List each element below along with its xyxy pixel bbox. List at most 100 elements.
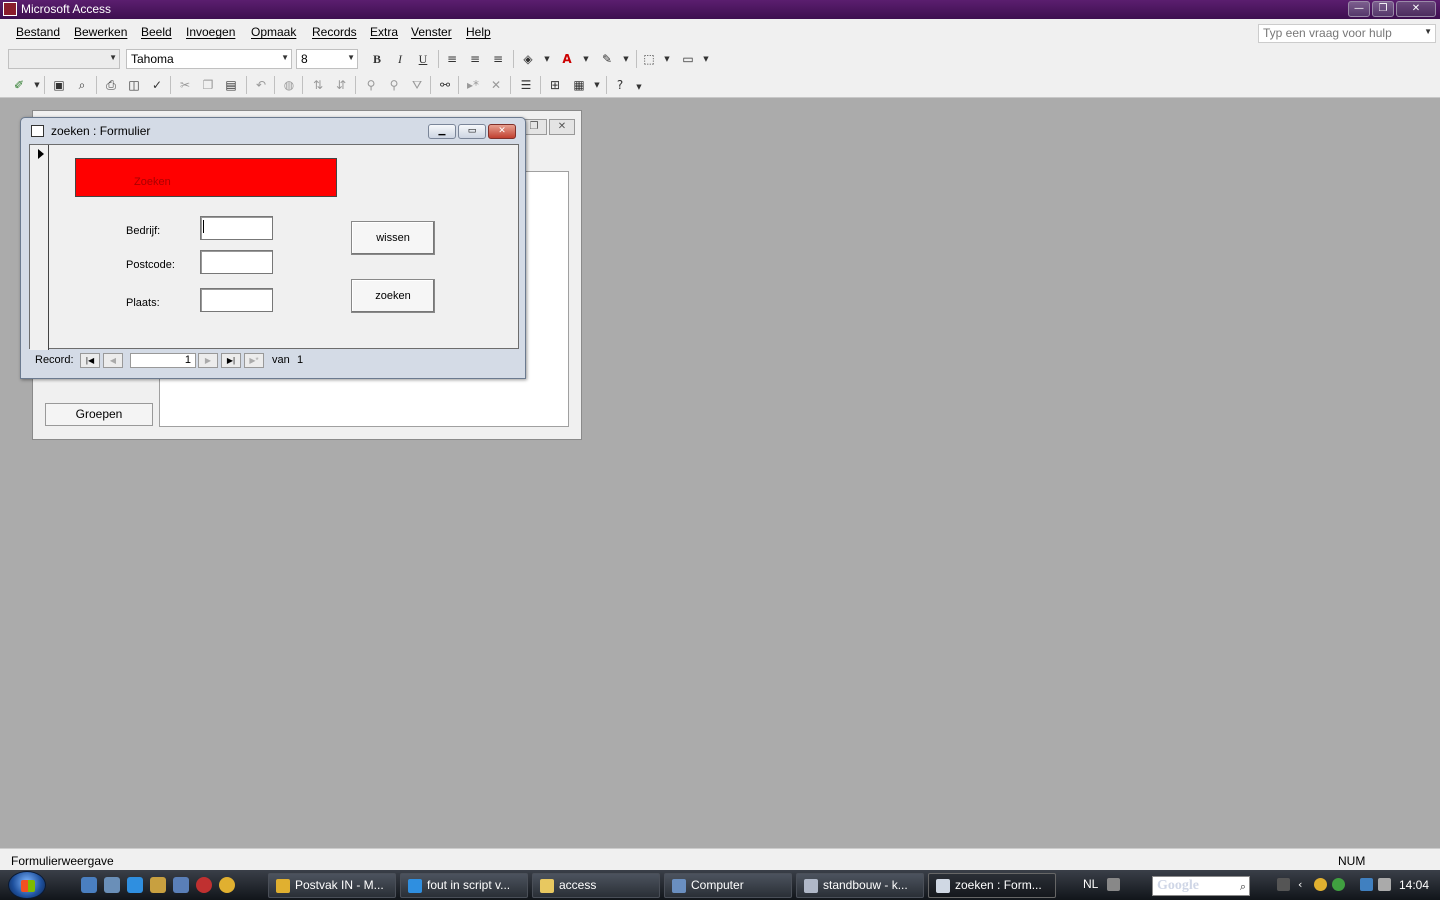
- form-restore-button[interactable]: ▭: [458, 124, 486, 139]
- volume-icon[interactable]: [1378, 878, 1391, 891]
- fill-color-icon[interactable]: ◈: [519, 50, 537, 68]
- underline-icon[interactable]: U: [414, 50, 432, 68]
- bedrijf-input[interactable]: [200, 216, 273, 240]
- taskbar-item-access-folder[interactable]: access: [532, 873, 660, 898]
- line-color-icon[interactable]: ✎: [598, 50, 616, 68]
- filter-selection-icon[interactable]: ⚲: [362, 76, 380, 94]
- taskbar-item-zoeken-form[interactable]: zoeken : Form...: [928, 873, 1056, 898]
- border-style-icon[interactable]: ⬚: [640, 50, 658, 68]
- menu-opmaak[interactable]: Opmaak: [251, 25, 296, 39]
- sort-descending-icon[interactable]: ⇵: [332, 76, 350, 94]
- show-desktop-icon[interactable]: [81, 877, 97, 893]
- menu-bestand[interactable]: Bestand: [16, 25, 60, 39]
- database-window-icon[interactable]: ⊞: [546, 76, 564, 94]
- font-name-combo[interactable]: Tahoma ▼: [126, 49, 292, 69]
- language-indicator[interactable]: NL: [1083, 877, 1098, 891]
- chevron-down-icon[interactable]: ▼: [588, 76, 606, 94]
- first-record-button[interactable]: |◀: [80, 353, 100, 368]
- next-record-button[interactable]: ▶: [198, 353, 218, 368]
- help-icon[interactable]: ?: [611, 76, 629, 94]
- update-icon[interactable]: [1332, 878, 1345, 891]
- help-search-input[interactable]: Typ een vraag voor hulp ▼: [1258, 24, 1436, 43]
- object-combo[interactable]: ▼: [8, 49, 120, 69]
- google-search-input[interactable]: Google ⌕: [1152, 876, 1250, 896]
- view-icon[interactable]: ✐: [10, 76, 28, 94]
- menu-bewerken[interactable]: Bewerken: [74, 25, 127, 39]
- sort-ascending-icon[interactable]: ⇅: [309, 76, 327, 94]
- ftp-icon[interactable]: [150, 877, 166, 893]
- plaats-input[interactable]: [200, 288, 273, 312]
- align-left-icon[interactable]: ≡: [443, 50, 461, 68]
- network-tray-icon[interactable]: [1360, 878, 1373, 891]
- close-icon[interactable]: ✕: [549, 119, 575, 135]
- copy-icon[interactable]: ❐: [199, 76, 217, 94]
- hyperlink-icon[interactable]: ◍: [280, 76, 298, 94]
- chevron-down-icon[interactable]: ▼: [697, 50, 715, 68]
- taskbar-item-outlook[interactable]: Postvak IN - M...: [268, 873, 396, 898]
- menu-records[interactable]: Records: [312, 25, 357, 39]
- zoeken-button[interactable]: zoeken: [351, 279, 435, 313]
- switch-windows-icon[interactable]: [104, 877, 120, 893]
- italic-icon[interactable]: I: [391, 50, 409, 68]
- desktop-icon[interactable]: [1277, 878, 1290, 891]
- font-color-icon[interactable]: A: [558, 50, 576, 68]
- properties-icon[interactable]: ☰: [517, 76, 535, 94]
- filter-form-icon[interactable]: ⚲: [385, 76, 403, 94]
- menu-help[interactable]: Help: [466, 25, 491, 39]
- keyboard-icon[interactable]: [1107, 878, 1120, 891]
- last-record-button[interactable]: ▶|: [221, 353, 241, 368]
- menu-venster[interactable]: Venster: [411, 25, 452, 39]
- messenger-tray-icon[interactable]: [1314, 878, 1327, 891]
- groepen-button[interactable]: Groepen: [45, 403, 153, 426]
- menu-beeld[interactable]: Beeld: [141, 25, 172, 39]
- start-button[interactable]: [8, 871, 46, 899]
- internet-explorer-icon[interactable]: [127, 877, 143, 893]
- align-center-icon[interactable]: ≡: [466, 50, 484, 68]
- previous-record-button[interactable]: ◀: [103, 353, 123, 368]
- record-selector[interactable]: [30, 145, 49, 350]
- opera-icon[interactable]: [196, 877, 212, 893]
- print-preview-icon[interactable]: ◫: [125, 76, 143, 94]
- messenger-icon[interactable]: [219, 877, 235, 893]
- bold-icon[interactable]: B: [368, 50, 386, 68]
- chevron-left-icon[interactable]: ‹: [1298, 878, 1311, 891]
- restore-button[interactable]: ❐: [1372, 1, 1394, 17]
- undo-icon[interactable]: ↶: [252, 76, 270, 94]
- menu-extra[interactable]: Extra: [370, 25, 398, 39]
- form-minimize-button[interactable]: ▁: [428, 124, 456, 139]
- taskbar-item-standbouw[interactable]: standbouw - k...: [796, 873, 924, 898]
- new-object-icon[interactable]: ▦: [570, 76, 588, 94]
- new-record-button[interactable]: ▶*: [244, 353, 264, 368]
- search-icon[interactable]: ⌕: [1240, 878, 1246, 896]
- network-icon[interactable]: [173, 877, 189, 893]
- save-icon[interactable]: ▣: [50, 76, 68, 94]
- clock[interactable]: 14:04: [1399, 878, 1429, 892]
- print-icon[interactable]: ⎙: [102, 76, 120, 94]
- taskbar-item-ie[interactable]: fout in script v...: [400, 873, 528, 898]
- minimize-button[interactable]: —: [1348, 1, 1370, 17]
- paste-icon[interactable]: ▤: [222, 76, 240, 94]
- chevron-down-icon[interactable]: ▼: [630, 78, 648, 96]
- spelling-icon[interactable]: ✓: [148, 76, 166, 94]
- search-file-icon[interactable]: ⌕: [73, 76, 91, 94]
- line-width-icon[interactable]: ▭: [679, 50, 697, 68]
- chevron-down-icon[interactable]: ▼: [577, 50, 595, 68]
- font-size-combo[interactable]: 8 ▼: [296, 49, 358, 69]
- record-number-input[interactable]: 1: [130, 353, 196, 368]
- align-right-icon[interactable]: ≡: [489, 50, 507, 68]
- taskbar-item-computer[interactable]: Computer: [664, 873, 792, 898]
- new-record-icon[interactable]: ▸*: [464, 76, 482, 94]
- chevron-down-icon[interactable]: ▼: [658, 50, 676, 68]
- apply-filter-icon[interactable]: ⛛: [408, 76, 426, 94]
- close-button[interactable]: ✕: [1396, 1, 1436, 17]
- chevron-down-icon[interactable]: ▼: [617, 50, 635, 68]
- wissen-button[interactable]: wissen: [351, 221, 435, 255]
- chevron-down-icon[interactable]: ▼: [538, 50, 556, 68]
- delete-record-icon[interactable]: ✕: [487, 76, 505, 94]
- menu-invoegen[interactable]: Invoegen: [186, 25, 235, 39]
- find-icon[interactable]: ⚯: [436, 76, 454, 94]
- postcode-input[interactable]: [200, 250, 273, 274]
- form-close-button[interactable]: ✕: [488, 124, 516, 139]
- cut-icon[interactable]: ✂: [176, 76, 194, 94]
- chevron-down-icon[interactable]: ▼: [1424, 27, 1432, 36]
